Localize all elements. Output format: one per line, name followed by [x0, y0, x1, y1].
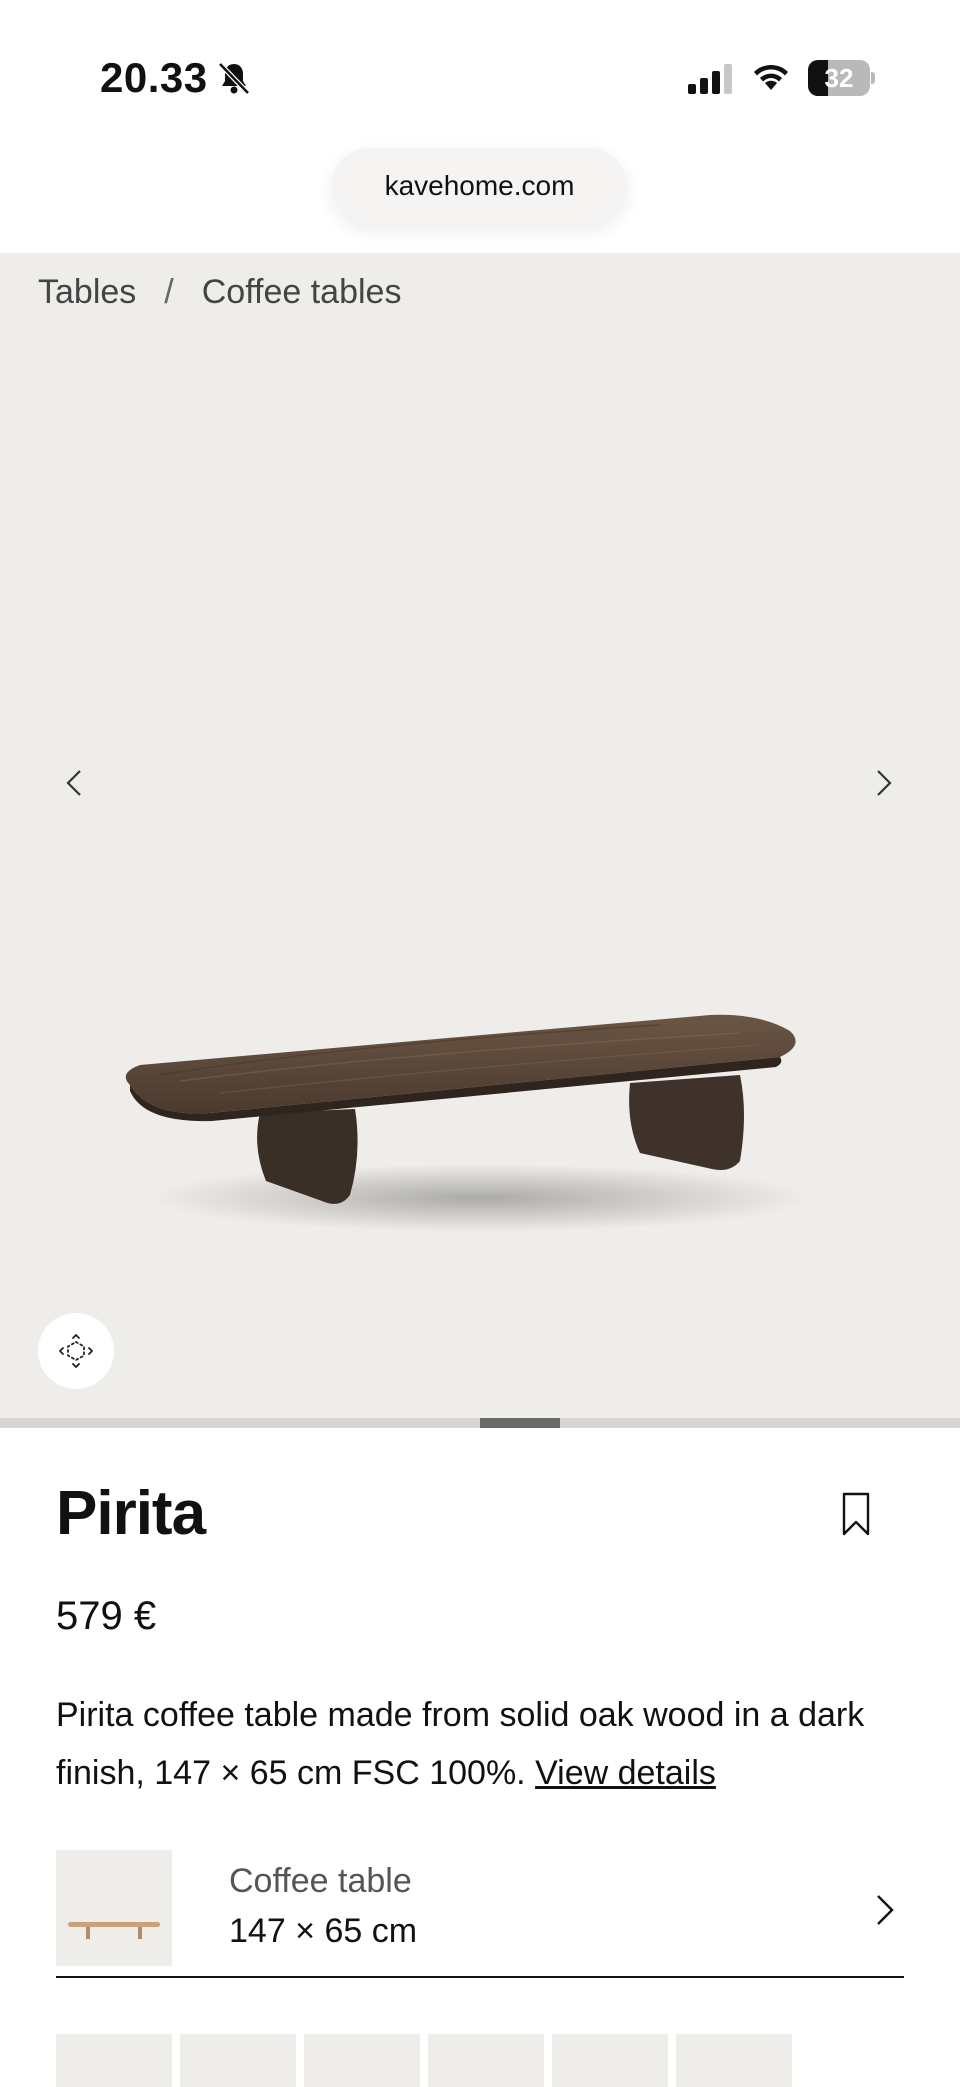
gallery-next-button[interactable]: [862, 763, 902, 803]
view-details-link[interactable]: View details: [535, 1754, 716, 1792]
gallery-progress: [0, 1418, 960, 1428]
cellular-signal-icon: [688, 64, 732, 94]
product-gallery[interactable]: Tables / Coffee tables: [0, 253, 960, 1428]
product-description: Pirita coffee table made from solid oak …: [56, 1686, 906, 1802]
gallery-progress-indicator: [480, 1418, 560, 1428]
wifi-icon: [754, 64, 788, 90]
product-price: 579 €: [56, 1594, 157, 1638]
product-image: [125, 1014, 810, 1232]
bookmark-icon[interactable]: [836, 1490, 876, 1538]
status-bar: 20.33 32: [0, 0, 960, 140]
swatch-option[interactable]: [428, 2034, 544, 2087]
variant-selector[interactable]: Coffee table 147 × 65 cm: [56, 1850, 904, 1978]
view-3d-button[interactable]: [38, 1313, 114, 1389]
swatch-option[interactable]: [304, 2034, 420, 2087]
variant-thumbnail: [56, 1850, 172, 1966]
swatch-option[interactable]: [676, 2034, 792, 2087]
url-text: kavehome.com: [384, 170, 575, 201]
swatch-option[interactable]: [180, 2034, 296, 2087]
breadcrumb-item-coffee-tables[interactable]: Coffee tables: [202, 273, 402, 312]
breadcrumb-separator: /: [164, 273, 174, 311]
3d-view-icon: [59, 1334, 93, 1368]
variant-size: 147 × 65 cm: [229, 1912, 418, 1950]
chevron-right-icon: [877, 1895, 894, 1925]
bell-slash-icon: [218, 62, 250, 95]
battery-level: 32: [824, 63, 854, 93]
swatch-option[interactable]: [552, 2034, 668, 2087]
breadcrumb-item-tables[interactable]: Tables: [38, 273, 136, 312]
product-description-text: Pirita coffee table made from solid oak …: [56, 1696, 865, 1792]
product-name: Pirita: [56, 1479, 206, 1548]
battery-icon: 32: [808, 60, 876, 96]
breadcrumb: Tables / Coffee tables: [38, 273, 401, 312]
gallery-prev-button[interactable]: [56, 763, 96, 803]
swatch-option[interactable]: [56, 2034, 172, 2087]
address-bar[interactable]: kavehome.com: [332, 148, 627, 224]
variant-type: Coffee table: [229, 1862, 412, 1900]
status-time: 20.33: [100, 54, 208, 101]
